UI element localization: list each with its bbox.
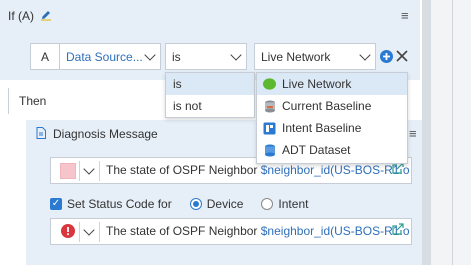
intent-radio-label: Intent	[278, 197, 309, 211]
message-text: The state of OSPF Neighbor	[106, 163, 261, 177]
external-link-icon[interactable]	[392, 223, 404, 238]
source-option-intent-baseline[interactable]: Intent Baseline	[257, 117, 407, 139]
condition-letter-text: A	[40, 49, 49, 64]
side-panel	[431, 0, 471, 265]
divider	[99, 161, 100, 181]
diagnosis-menu-icon[interactable]: ≡	[409, 126, 417, 141]
intent-icon	[263, 122, 276, 135]
condition-row: A Data Source... is Live Network	[30, 43, 416, 71]
document-icon	[36, 126, 46, 142]
data-source-select-value: Data Source...	[66, 49, 143, 64]
add-icon[interactable]	[380, 50, 393, 66]
device-radio[interactable]	[189, 198, 202, 210]
set-status-checkbox[interactable]: ✓	[50, 198, 62, 210]
chevron-down-icon[interactable]	[83, 224, 95, 236]
message-row: The state of OSPF Neighbor $neighbor_id(…	[50, 218, 412, 245]
message-text-field[interactable]: The state of OSPF Neighbor $neighbor_id(…	[106, 163, 410, 177]
live-icon	[263, 78, 276, 91]
intent-radio[interactable]	[261, 198, 274, 210]
message-text-field[interactable]: The state of OSPF Neighbor $neighbor_id(…	[106, 224, 410, 238]
source-option-live-network[interactable]: Live Network	[257, 73, 407, 95]
operator-option-is[interactable]: is	[166, 73, 254, 95]
operator-dropdown: is is not	[165, 72, 255, 118]
operator-select[interactable]: is	[165, 43, 247, 70]
message-variable: $neighbor_id(US-BOS-R1.o	[260, 163, 410, 177]
source-option-current-baseline[interactable]: Current Baseline	[257, 95, 407, 117]
color-swatch[interactable]	[60, 163, 76, 179]
chevron-down-icon[interactable]	[83, 163, 95, 175]
chevron-down-icon	[144, 49, 156, 61]
scrollbar[interactable]	[422, 0, 431, 265]
source-dropdown: Live Network Current Baseline Intent Bas…	[256, 72, 408, 164]
then-title: Then	[19, 94, 47, 108]
edit-icon[interactable]	[40, 9, 52, 24]
divider	[79, 222, 80, 242]
value-select[interactable]: Live Network	[254, 43, 376, 70]
source-option-label: Intent Baseline	[282, 121, 362, 135]
close-icon[interactable]	[396, 50, 408, 65]
divider	[99, 222, 100, 242]
data-source-select[interactable]: Data Source...	[59, 43, 161, 70]
value-select-value: Live Network	[261, 49, 331, 64]
operator-option-is-not[interactable]: is not	[166, 95, 254, 117]
if-header: If (A)	[8, 5, 52, 27]
source-option-label: ADT Dataset	[282, 143, 351, 157]
divider	[452, 0, 453, 265]
chevron-down-icon	[230, 49, 242, 61]
if-menu-icon[interactable]: ≡	[401, 8, 409, 23]
message-text: The state of OSPF Neighbor	[106, 224, 261, 238]
diagnosis-title: Diagnosis Message	[53, 127, 158, 141]
if-title: If (A)	[8, 9, 34, 23]
divider	[79, 161, 80, 181]
database-icon	[263, 144, 276, 157]
source-option-label: Current Baseline	[282, 99, 372, 113]
condition-letter: A	[30, 43, 60, 70]
error-icon[interactable]	[61, 224, 75, 241]
source-option-label: Live Network	[282, 77, 352, 91]
external-link-icon[interactable]	[392, 162, 404, 177]
device-radio-label: Device	[206, 197, 244, 211]
status-row: ✓ Set Status Code for Device Intent	[50, 195, 308, 213]
operator-select-value: is	[172, 49, 181, 64]
database-icon	[263, 100, 276, 113]
chevron-down-icon	[359, 49, 371, 61]
message-variable: $neighbor_id(US-BOS-R1.o	[260, 224, 410, 238]
set-status-label: Set Status Code for	[67, 197, 172, 211]
source-option-adt-dataset[interactable]: ADT Dataset	[257, 139, 407, 161]
diagnosis-header: Diagnosis Message	[36, 123, 158, 145]
